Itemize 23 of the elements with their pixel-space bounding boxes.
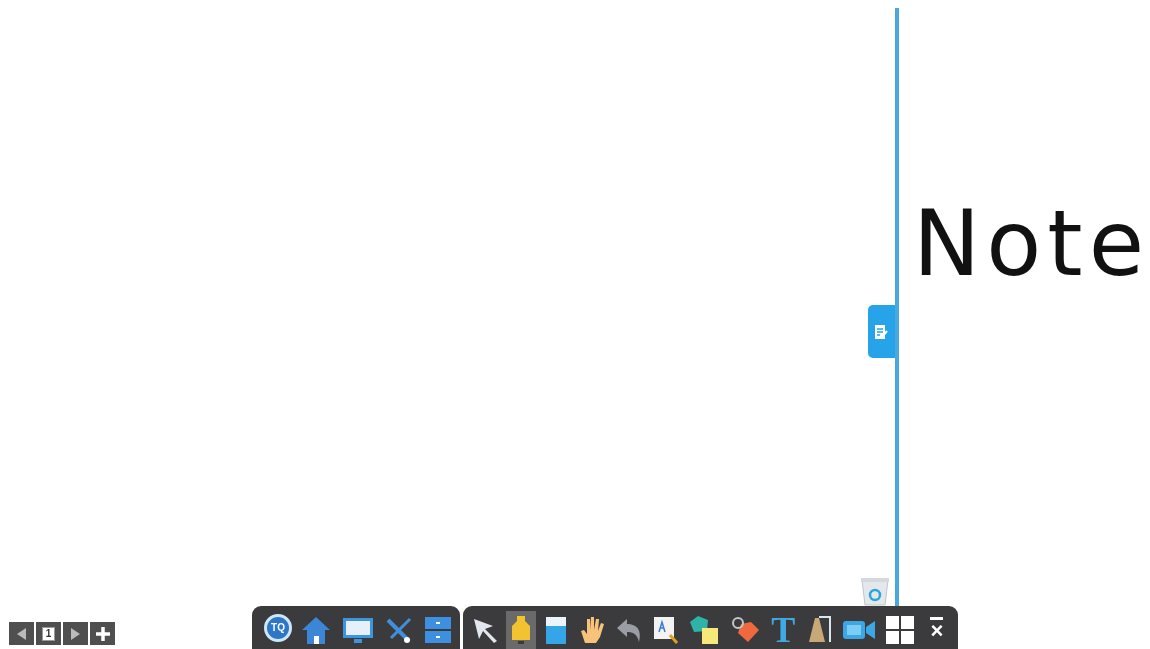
- previous-page-button[interactable]: [9, 622, 34, 645]
- plus-icon: [94, 625, 111, 642]
- handwritten-note: Note: [912, 190, 1150, 298]
- page-list-button[interactable]: 1: [36, 622, 61, 645]
- note-tab[interactable]: [868, 305, 895, 358]
- close-button[interactable]: ×: [921, 610, 952, 649]
- tools-icon: [385, 615, 413, 644]
- note-edit-icon: [874, 323, 889, 340]
- add-page-button[interactable]: [90, 622, 115, 645]
- document-search-icon: [651, 614, 680, 645]
- right-triangle-icon: [71, 627, 80, 640]
- highlighter-tool[interactable]: [505, 610, 536, 649]
- logo-button[interactable]: TQ: [264, 613, 292, 642]
- cabinet-icon: [424, 614, 452, 645]
- left-triangle-icon: [17, 627, 26, 640]
- grid-icon: [884, 614, 915, 645]
- recycle-bin-icon: [859, 576, 891, 606]
- next-page-button[interactable]: [63, 622, 88, 645]
- house-icon: [301, 614, 331, 645]
- text-tool[interactable]: T: [768, 610, 799, 649]
- monitor-icon: [342, 615, 374, 644]
- eraser-icon: [544, 614, 567, 645]
- shapes-icon: [688, 613, 721, 646]
